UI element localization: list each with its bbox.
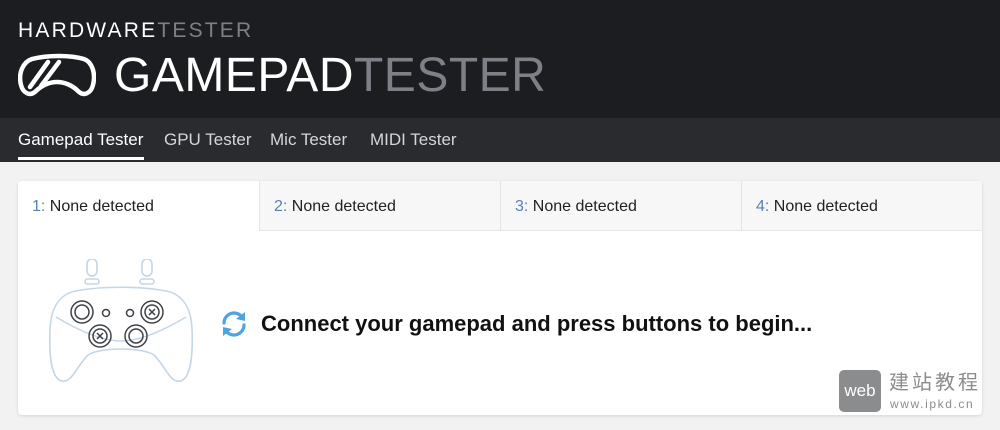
watermark-logo: web <box>839 370 881 412</box>
gamepad-panel: 1: None detected 2: None detected 3: Non… <box>18 181 982 415</box>
tab-2-text: 2: None detected <box>274 198 396 216</box>
gamepad-logo-icon[interactable] <box>18 53 96 99</box>
app-header: HARDWARETESTER GAMEPADTESTER <box>0 0 1000 118</box>
gamepad-outline-icon <box>48 259 194 382</box>
tab-label: None detected <box>773 198 878 215</box>
tab-number: 2: <box>274 198 288 215</box>
tab-gamepad-3[interactable]: 3: None detected <box>500 181 741 231</box>
connect-prompt: Connect your gamepad and press buttons t… <box>261 311 813 336</box>
tab-gamepad-4[interactable]: 4: None detected <box>741 181 982 231</box>
nav-midi-tester[interactable]: MIDI Tester <box>370 130 457 150</box>
nav-mic-tester[interactable]: Mic Tester <box>270 130 347 150</box>
brand-main-gray: TESTER <box>353 49 547 102</box>
nav-gpu-tester[interactable]: GPU Tester <box>164 130 252 150</box>
tab-label: None detected <box>532 198 637 215</box>
tab-3-text: 3: None detected <box>515 198 637 216</box>
watermark-url: www.ipkd.cn <box>890 397 975 411</box>
tab-number: 1: <box>32 198 46 215</box>
refresh-icon <box>222 311 246 337</box>
watermark-title: 建站教程 <box>889 372 981 394</box>
tab-4-text: 4: None detected <box>756 198 878 216</box>
tab-number: 3: <box>515 198 529 215</box>
tab-1-text: 1: None detected <box>32 198 154 216</box>
nav-active-indicator <box>18 157 144 160</box>
brand-subtitle: HARDWARETESTER <box>18 19 253 43</box>
tab-label: None detected <box>49 198 154 215</box>
brand-top-gray: TESTER <box>157 19 254 42</box>
gamepad-tabs: 1: None detected 2: None detected 3: Non… <box>18 181 982 231</box>
nav-gamepad-tester[interactable]: Gamepad Tester <box>18 130 143 150</box>
watermark-logo-text: web <box>844 381 876 400</box>
tab-label: None detected <box>291 198 396 215</box>
brand-main-white: GAMEPAD <box>114 49 354 102</box>
brand-top-white: HARDWARE <box>18 19 158 42</box>
tab-number: 4: <box>756 198 770 215</box>
tab-gamepad-2[interactable]: 2: None detected <box>259 181 500 231</box>
tab-gamepad-1[interactable]: 1: None detected <box>18 181 259 231</box>
brand-title: GAMEPADTESTER <box>114 50 546 102</box>
top-nav: Gamepad Tester GPU Tester Mic Tester MID… <box>0 118 1000 162</box>
